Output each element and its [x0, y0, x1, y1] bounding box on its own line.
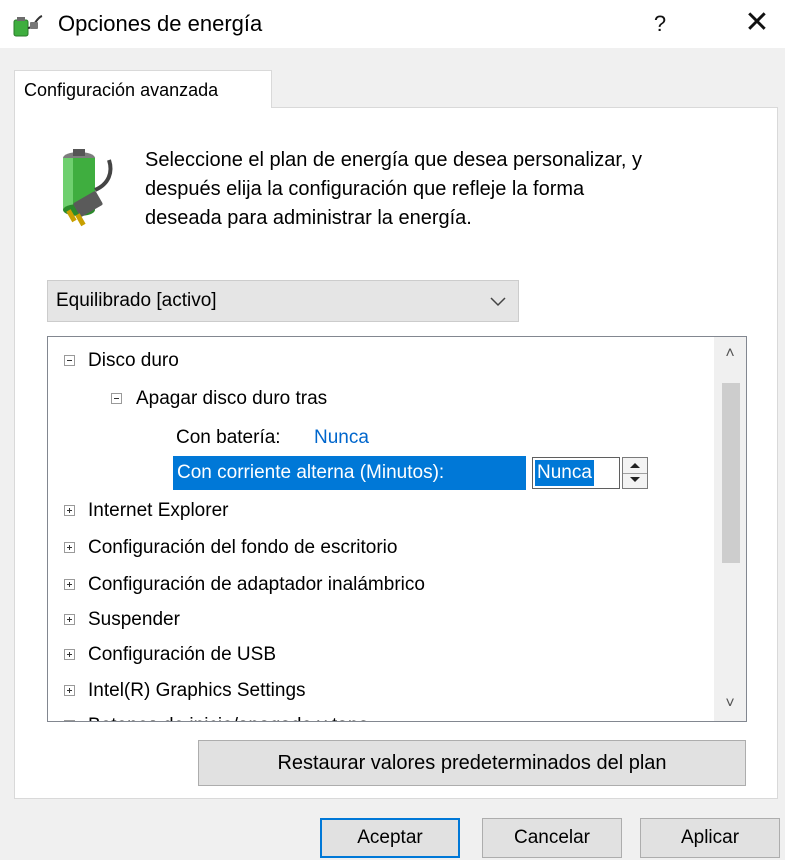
description-line-2: después elija la configuración que refle…: [145, 178, 585, 200]
advanced-settings-panel: Seleccione el plan de energía que desea …: [14, 107, 778, 799]
tree-item-label: Suspender: [88, 609, 180, 630]
scroll-thumb[interactable]: [722, 383, 740, 563]
tree-item-label: Internet Explorer: [88, 500, 229, 521]
tree-item-usb[interactable]: Configuración de USB: [48, 637, 708, 673]
settings-tree[interactable]: Disco duro Apagar disco duro tras Con ba…: [47, 336, 747, 722]
tree-item-intel-graphics[interactable]: Intel(R) Graphics Settings: [48, 673, 708, 709]
help-button[interactable]: ?: [640, 8, 680, 40]
close-button[interactable]: ✕: [735, 6, 779, 42]
window-title: Opciones de energía: [58, 11, 263, 36]
expand-icon[interactable]: [64, 579, 75, 590]
ac-minutes-spinner[interactable]: [622, 457, 648, 489]
tree-item-botones-inicio[interactable]: Botones de inicio/apagado y tapa: [48, 708, 708, 721]
spin-down-icon[interactable]: [623, 473, 647, 488]
tree-item-fondo-escritorio[interactable]: Configuración del fondo de escritorio: [48, 530, 708, 566]
cancel-button[interactable]: Cancelar: [482, 818, 622, 858]
tree-item-internet-explorer[interactable]: Internet Explorer: [48, 493, 708, 529]
title-bar: Opciones de energía ? ✕: [0, 0, 785, 48]
battery-plug-icon: [63, 149, 113, 227]
scroll-up-icon[interactable]: ˄: [714, 337, 746, 371]
battery-value-link[interactable]: Nunca: [314, 420, 369, 456]
tree-item-label: Configuración de adaptador inalámbrico: [88, 574, 425, 595]
collapse-icon[interactable]: [64, 355, 75, 366]
tree-item-label: Apagar disco duro tras: [136, 388, 328, 409]
tree-item-con-bateria[interactable]: Con batería: Nunca: [48, 420, 708, 456]
expand-icon[interactable]: [64, 542, 75, 553]
collapse-icon[interactable]: [111, 393, 122, 404]
ok-button[interactable]: Aceptar: [320, 818, 460, 858]
description-text: Seleccione el plan de energía que desea …: [145, 146, 745, 233]
description-line-1: Seleccione el plan de energía que desea …: [145, 149, 643, 171]
tab-advanced-settings[interactable]: Configuración avanzada: [14, 70, 272, 108]
tree-item-label: Configuración del fondo de escritorio: [88, 537, 398, 558]
tree-item-label: Disco duro: [88, 350, 179, 371]
spin-up-icon[interactable]: [623, 458, 647, 474]
tree-item-label: Botones de inicio/apagado y tapa: [88, 708, 369, 721]
power-plan-dropdown-value: Equilibrado [activo]: [56, 290, 217, 311]
ac-minutes-value: Nunca: [535, 460, 594, 486]
expand-icon[interactable]: [64, 720, 75, 721]
expand-icon[interactable]: [64, 614, 75, 625]
description-line-3: deseada para administrar la energía.: [145, 207, 472, 229]
tree-item-label: Intel(R) Graphics Settings: [88, 680, 306, 701]
chevron-down-icon: [490, 297, 506, 307]
expand-icon[interactable]: [64, 685, 75, 696]
tree-item-label: Con batería:: [176, 427, 281, 448]
tree-item-suspender[interactable]: Suspender: [48, 602, 708, 638]
tree-item-con-corriente-alterna[interactable]: Con corriente alterna (Minutos):: [173, 456, 526, 490]
apply-button[interactable]: Aplicar: [640, 818, 780, 858]
expand-icon[interactable]: [64, 649, 75, 660]
restore-defaults-button[interactable]: Restaurar valores predeterminados del pl…: [198, 740, 746, 786]
power-options-icon: [13, 15, 43, 37]
expand-icon[interactable]: [64, 505, 75, 516]
ac-minutes-input[interactable]: Nunca: [532, 457, 620, 489]
vertical-scrollbar[interactable]: ˄ ˅: [714, 337, 746, 721]
tree-item-label: Configuración de USB: [88, 644, 276, 665]
power-plan-dropdown[interactable]: Equilibrado [activo]: [47, 280, 519, 322]
scroll-down-icon[interactable]: ˅: [714, 687, 746, 721]
tree-item-adaptador-inalambrico[interactable]: Configuración de adaptador inalámbrico: [48, 567, 708, 603]
tree-item-apagar-disco-duro[interactable]: Apagar disco duro tras: [48, 381, 708, 417]
tree-item-disco-duro[interactable]: Disco duro: [48, 343, 708, 379]
